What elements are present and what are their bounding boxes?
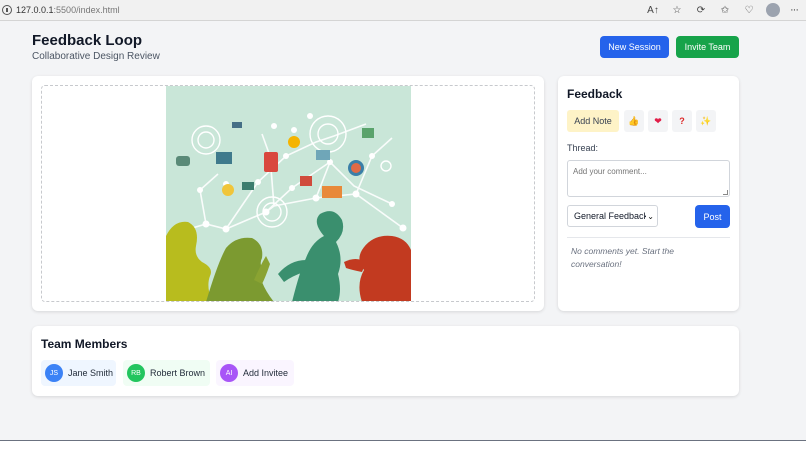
new-session-button[interactable]: New Session: [600, 36, 669, 58]
url-path: :5500/index.html: [53, 5, 120, 15]
question-reaction-button[interactable]: ?: [672, 110, 692, 132]
question-icon: ?: [679, 116, 685, 126]
feedback-panel: Feedback Add Note 👍 ❤ ? ✨ Thread: Genera…: [558, 76, 739, 311]
feedback-title: Feedback: [567, 87, 623, 101]
thumbs-up-reaction-button[interactable]: 👍: [624, 110, 644, 132]
design-canvas-card: [32, 76, 544, 311]
heart-icon[interactable]: ♡: [742, 3, 756, 17]
add-invitee-button[interactable]: AI Add Invitee: [216, 360, 294, 386]
comment-input[interactable]: [567, 160, 730, 197]
category-select[interactable]: General Feedback ⌄: [567, 205, 658, 227]
empty-thread-message: No comments yet. Start the conversation!: [571, 246, 674, 269]
member-name: Add Invitee: [243, 368, 289, 378]
member-robert-brown[interactable]: RB Robert Brown: [123, 360, 210, 386]
browser-toolbar: 127.0.0.1:5500/index.html A↑ ☆ ⟳ ✩ ♡ ···: [0, 0, 806, 21]
page-title: Feedback Loop: [32, 32, 143, 49]
invite-team-button[interactable]: Invite Team: [676, 36, 739, 58]
team-members-card: Team Members JS Jane Smith RB Robert Bro…: [32, 326, 739, 396]
member-name: Robert Brown: [150, 368, 206, 378]
site-info-icon[interactable]: [2, 5, 12, 15]
chevron-down-icon: ⌄: [646, 212, 654, 221]
sparkle-icon: ✨: [700, 115, 712, 126]
add-note-button[interactable]: Add Note: [567, 110, 619, 132]
heart-icon: ❤: [654, 115, 662, 126]
divider: [567, 237, 730, 238]
page-subtitle: Collaborative Design Review: [32, 51, 160, 62]
heart-reaction-button[interactable]: ❤: [648, 110, 668, 132]
bottom-area: [0, 441, 806, 453]
page: Feedback Loop Collaborative Design Revie…: [0, 21, 806, 440]
design-image[interactable]: [166, 86, 411, 301]
thumbs-up-icon: 👍: [628, 115, 640, 126]
member-name: Jane Smith: [68, 368, 114, 378]
avatar: AI: [220, 364, 238, 382]
favorites-icon[interactable]: ✩: [718, 3, 732, 17]
refresh-icon[interactable]: ⟳: [694, 3, 708, 17]
design-dropzone[interactable]: [41, 85, 535, 302]
thread-label: Thread:: [567, 143, 599, 153]
avatar: JS: [45, 364, 63, 382]
address-bar[interactable]: 127.0.0.1:5500/index.html: [16, 5, 120, 15]
read-aloud-icon[interactable]: A↑: [646, 3, 660, 17]
sparkle-reaction-button[interactable]: ✨: [696, 110, 716, 132]
more-menu-icon[interactable]: ···: [790, 4, 799, 16]
profile-avatar-icon[interactable]: [766, 3, 780, 17]
resize-handle-icon[interactable]: [723, 190, 728, 195]
category-select-value: General Feedback: [574, 211, 649, 221]
team-title: Team Members: [41, 337, 128, 351]
favorite-star-icon[interactable]: ☆: [670, 3, 684, 17]
avatar: RB: [127, 364, 145, 382]
url-host: 127.0.0.1: [16, 5, 54, 15]
post-button[interactable]: Post: [695, 205, 730, 228]
member-jane-smith[interactable]: JS Jane Smith: [41, 360, 116, 386]
